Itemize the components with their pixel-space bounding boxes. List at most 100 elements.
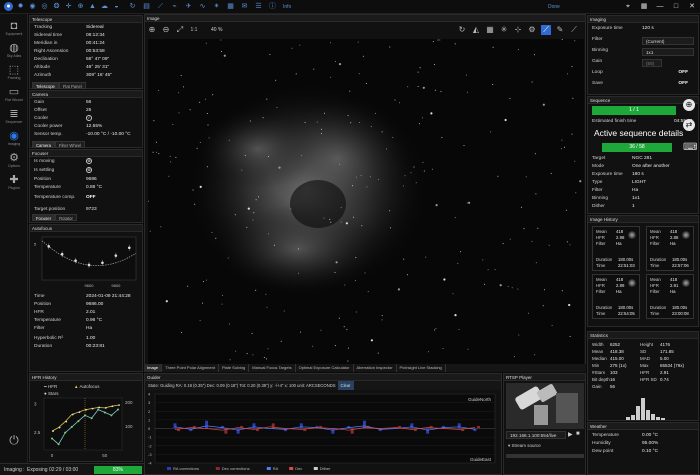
star-point xyxy=(537,227,539,229)
target-icon[interactable]: ⊕ xyxy=(76,2,85,11)
plug-icon[interactable]: ⌁ xyxy=(170,2,179,11)
layers-icon[interactable]: ☰ xyxy=(254,2,263,11)
tab-rotator[interactable]: Rotator xyxy=(55,214,77,221)
hfr-point xyxy=(64,431,67,434)
close-button[interactable]: ✕ xyxy=(684,0,700,14)
stream-source-label[interactable]: ▾ Stream source xyxy=(508,443,541,449)
info-icon[interactable]: ⓘ xyxy=(268,2,277,11)
history-card[interactable]: Mean 418 HFR 2.89 Filter Ha Duration 180.00s Tim… xyxy=(592,274,640,319)
compass-icon[interactable]: ✛ xyxy=(64,2,73,11)
pin-window-icon[interactable]: ⌖ xyxy=(620,0,636,14)
nav-sky-atlas[interactable]: ◍ Sky Atlas xyxy=(0,42,28,58)
stream-url-field[interactable]: 192.168.1.100:554/live xyxy=(506,431,566,439)
fit-icon[interactable]: ⤢ xyxy=(175,25,185,35)
tab-polar-alignment[interactable]: Three Point Polar Alignment xyxy=(162,364,219,372)
y-tick-label: -2 xyxy=(148,443,152,448)
star-point xyxy=(425,256,427,258)
rotate-icon[interactable]: ↻ xyxy=(457,25,467,35)
flip-icon[interactable]: ◭ xyxy=(471,25,481,35)
star-point xyxy=(353,216,354,218)
star-point xyxy=(466,202,468,204)
zoom-out-icon[interactable]: ⊖ xyxy=(161,25,171,35)
astro-image[interactable] xyxy=(148,39,584,372)
play-icon[interactable]: ▶ xyxy=(568,431,573,438)
temp-comp-toggle[interactable]: OFF xyxy=(86,194,96,203)
tab-plate-solving[interactable]: Plate Solving xyxy=(219,364,250,372)
star-point xyxy=(454,43,456,45)
nav-flat-wizard[interactable]: ▭ Flat Wizard xyxy=(0,86,28,102)
nav-plugins[interactable]: ✚ Plugins xyxy=(0,174,28,190)
top-toolbar: ● ✹ ◉ ◎ ❂ ✛ ⊕ ▲ ☁ ◒ ↻ ▤ ⟋ ⌁ ✈ ∿ ✶ ▦ ✉ ☰ … xyxy=(0,0,700,14)
plate-solve-icon[interactable]: ⟋ xyxy=(569,25,579,35)
filter-wheel-icon[interactable]: ❂ xyxy=(52,2,61,11)
loop-toggle[interactable]: OFF xyxy=(678,69,688,78)
history-card[interactable]: Mean 418 HFR 2.88 Filter Ha Duration 180.00s Tim… xyxy=(646,226,694,271)
graph-icon[interactable]: ∿ xyxy=(198,2,207,11)
tab-exposure-calculator[interactable]: Optimal Exposure Calculator xyxy=(296,364,354,372)
tab-live-stacking[interactable]: PixInsight Live Stacking xyxy=(397,364,446,372)
stretch-icon[interactable]: ⟋ xyxy=(541,25,551,35)
history-card[interactable]: Mean 418 HFR 2.91 Filter Ha Duration 180.00s Tim… xyxy=(646,274,694,319)
delete-icon[interactable]: ■ xyxy=(576,431,580,437)
tab-aberration-inspector[interactable]: Aberration Inspector xyxy=(354,364,397,372)
star-point xyxy=(504,118,507,122)
stars-point xyxy=(91,407,94,410)
nav-sequencer[interactable]: ≣ Sequencer xyxy=(0,108,28,124)
filter-select[interactable]: (Current) xyxy=(642,37,694,45)
calculator-icon[interactable]: ▦ xyxy=(636,0,652,14)
camera-icon[interactable]: ● xyxy=(4,2,13,11)
minimize-button[interactable]: — xyxy=(652,0,668,14)
nav-imaging[interactable]: ◉ Imaging xyxy=(0,130,28,146)
maximize-button[interactable]: □ xyxy=(668,0,684,14)
tab-focuser[interactable]: Focuser xyxy=(32,214,56,221)
dome-icon[interactable]: ◒ xyxy=(112,2,121,11)
grid-icon[interactable]: ▦ xyxy=(226,2,235,11)
gear-icon[interactable]: ✹ xyxy=(16,2,25,11)
aperture-icon[interactable]: ◉ xyxy=(28,2,37,11)
binning-select[interactable]: 1x1 xyxy=(642,48,694,56)
stars-point xyxy=(65,420,68,423)
tab-image[interactable]: Image xyxy=(144,364,163,372)
mount-icon[interactable]: ✈ xyxy=(184,2,193,11)
star-detect-icon[interactable]: ✳ xyxy=(499,25,509,35)
cloud-icon[interactable]: ☁ xyxy=(100,2,109,11)
chat-icon[interactable]: ✉ xyxy=(240,2,249,11)
nav-equipment[interactable]: ◘ Equipment xyxy=(0,20,28,36)
settings-icon[interactable]: ⚙ xyxy=(527,25,537,35)
zoom-in-icon[interactable]: ⊕ xyxy=(147,25,157,35)
tab-camera[interactable]: Camera xyxy=(32,141,55,148)
crosshair-icon[interactable]: ⊹ xyxy=(513,25,523,35)
tab-flat-panel[interactable]: Flat Panel xyxy=(58,82,86,89)
y-tick-label: 2 xyxy=(148,409,151,414)
nav-framing[interactable]: ⬚ Framing xyxy=(0,64,28,80)
power-button[interactable]: ⏻ xyxy=(0,434,28,446)
grid-icon[interactable]: ▦ xyxy=(485,25,495,35)
rotator-icon[interactable]: ↻ xyxy=(128,2,137,11)
history-card[interactable]: Mean 418 HFR 2.98 Filter Ha Duration 180.00s Tim… xyxy=(592,226,640,271)
panel-title: Statistics xyxy=(588,332,698,339)
save-toggle[interactable]: OFF xyxy=(678,80,688,89)
one-to-one-icon[interactable]: 1:1 xyxy=(189,25,199,35)
star-point xyxy=(355,257,357,258)
zoom-icon[interactable]: ⊕ xyxy=(683,99,695,111)
star-point xyxy=(535,262,537,264)
chart-icon[interactable]: ▤ xyxy=(142,2,151,11)
clear-button[interactable]: Clear xyxy=(337,381,354,390)
camera-icon: ◘ xyxy=(10,20,18,32)
star-point xyxy=(324,112,325,114)
star-icon[interactable]: ✶ xyxy=(212,2,221,11)
pin-icon[interactable]: ▲ xyxy=(88,2,97,11)
sync-icon[interactable]: ⇄ xyxy=(683,119,695,131)
telescope-icon[interactable]: ⟋ xyxy=(156,2,165,11)
brush-icon[interactable]: ✎ xyxy=(555,25,565,35)
star-point xyxy=(290,208,292,210)
nav-options[interactable]: ⚙ Options xyxy=(0,152,28,168)
tab-telescope[interactable]: Telescope xyxy=(32,82,59,89)
focus-icon[interactable]: ◎ xyxy=(40,2,49,11)
keyboard-icon[interactable]: ⌨ xyxy=(683,142,697,153)
tab-filter-wheel[interactable]: Filter Wheel xyxy=(54,141,86,148)
stream-scrollbar[interactable] xyxy=(506,454,584,458)
gain-input[interactable]: (56) xyxy=(642,59,662,67)
tab-manual-focus[interactable]: Manual Focus Targets xyxy=(249,364,296,372)
star-point xyxy=(347,360,349,362)
